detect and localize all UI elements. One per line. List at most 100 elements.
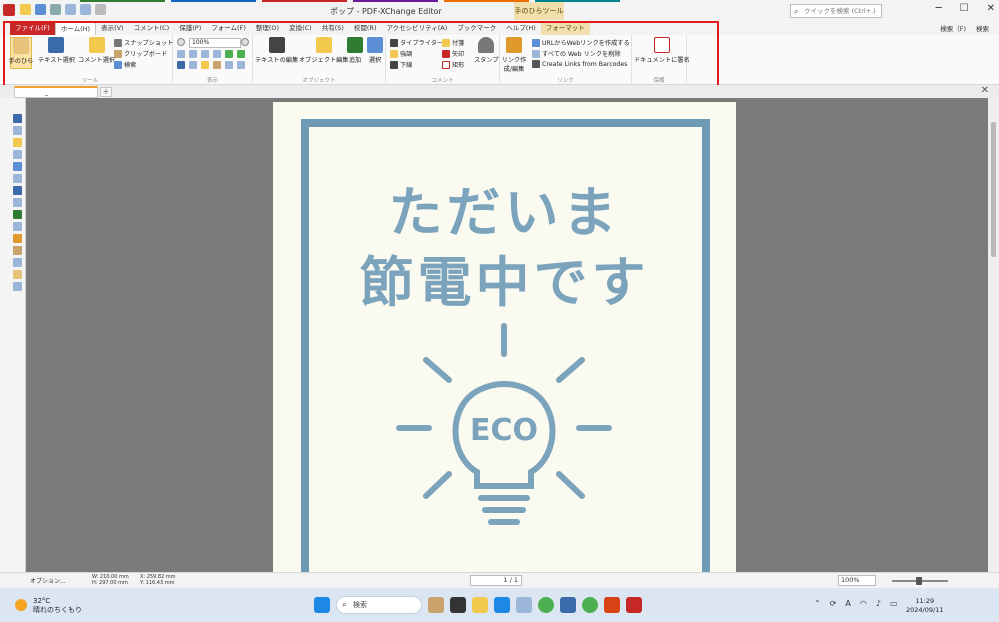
edit-object-button[interactable]: オブジェクト編集: [299, 37, 349, 64]
tab-form[interactable]: フォーム(F): [206, 22, 251, 35]
select-button[interactable]: 選択: [367, 37, 383, 64]
clipboard-button[interactable]: クリップボード: [114, 49, 167, 58]
content-pane-icon[interactable]: [13, 186, 22, 195]
print-icon[interactable]: [50, 4, 61, 15]
explorer-icon[interactable]: [472, 597, 488, 613]
zoom-in-button[interactable]: [241, 38, 249, 46]
tab-comment[interactable]: コメント(C): [129, 22, 175, 35]
widget-icon[interactable]: [428, 597, 444, 613]
status-zoom-select[interactable]: 100%: [838, 575, 876, 586]
layers-pane-icon[interactable]: [13, 162, 22, 171]
battery-icon[interactable]: ▭: [890, 599, 898, 608]
create-link-button[interactable]: リンク作成/編集: [500, 37, 528, 73]
rotate-right-icon[interactable]: [237, 50, 245, 58]
zoom-slider-knob[interactable]: [916, 577, 922, 585]
bookmarks-pane-icon[interactable]: [13, 114, 22, 123]
fields-pane-icon[interactable]: [13, 222, 22, 231]
document-tab[interactable]: _: [14, 86, 98, 98]
note-button[interactable]: 付箋: [442, 38, 464, 47]
page-icon[interactable]: [189, 61, 197, 69]
powerpoint-icon[interactable]: [604, 597, 620, 613]
zoom-out-button[interactable]: [177, 38, 185, 46]
rectangle-button[interactable]: 矩形: [442, 60, 464, 69]
fit-page-icon[interactable]: [177, 50, 185, 58]
arrow-button[interactable]: 矢印: [442, 49, 464, 58]
scan-icon[interactable]: [65, 4, 76, 15]
select-text-button[interactable]: テキスト選択: [38, 37, 75, 64]
volume-icon[interactable]: ♪: [876, 599, 881, 608]
tab-view[interactable]: 表示(V): [96, 22, 129, 35]
edit-pane-icon[interactable]: [13, 246, 22, 255]
tab-format[interactable]: フォーマット: [540, 22, 590, 35]
properties-pane-icon[interactable]: [13, 258, 22, 267]
history-pane-icon[interactable]: [13, 282, 22, 291]
undo-icon[interactable]: [80, 4, 91, 15]
fit-width-icon[interactable]: [189, 50, 197, 58]
layout-icon[interactable]: [225, 61, 233, 69]
single-page-icon[interactable]: [213, 50, 221, 58]
hand-tool-button[interactable]: 手のひら: [9, 37, 33, 69]
close-button[interactable]: ✕: [987, 3, 995, 14]
edit-icon[interactable]: [213, 61, 221, 69]
signatures-pane-icon[interactable]: [13, 174, 22, 183]
tab-help[interactable]: ヘルプ(H): [501, 22, 540, 35]
minimize-button[interactable]: ─: [936, 3, 942, 14]
save-icon[interactable]: [35, 4, 46, 15]
redo-icon[interactable]: [95, 4, 106, 15]
typewriter-button[interactable]: タイプライター: [390, 38, 443, 47]
edit-text-button[interactable]: テキストの編集: [255, 37, 298, 64]
tab-review[interactable]: 校閲(R): [349, 22, 382, 35]
search-pane-icon[interactable]: [13, 270, 22, 279]
app-icon-2[interactable]: [560, 597, 576, 613]
chevron-up-icon[interactable]: ⌃: [814, 599, 821, 608]
highlight-button[interactable]: 強調: [390, 49, 412, 58]
barcode-links-button[interactable]: Create Links from Barcodes: [532, 60, 627, 68]
stamp-button[interactable]: スタンプ: [474, 37, 499, 64]
find-button[interactable]: 検索（F): [940, 23, 966, 33]
tab-bookmark[interactable]: ブックマーク: [452, 22, 501, 35]
document-viewport[interactable]: ただいま 節電中です ECO: [26, 98, 988, 572]
quick-search-input[interactable]: ⌕ クイックを検索 (Ctrl+.): [790, 4, 882, 18]
folder-icon[interactable]: [201, 61, 209, 69]
tab-protect[interactable]: 保護(P): [174, 22, 206, 35]
ime-icon[interactable]: A: [845, 599, 850, 608]
tab-organize[interactable]: 整理(O): [251, 22, 284, 35]
new-tab-button[interactable]: +: [100, 87, 112, 97]
wifi-icon[interactable]: ◠: [860, 599, 867, 608]
page-number-input[interactable]: 1 / 1: [470, 575, 522, 586]
link-from-url-button[interactable]: URLからWebリンクを作成する: [532, 38, 630, 47]
task-view-icon[interactable]: [450, 597, 466, 613]
search-button[interactable]: 検索: [976, 23, 989, 33]
vertical-scrollbar[interactable]: [988, 98, 999, 572]
open-icon[interactable]: [20, 4, 31, 15]
tags-pane-icon[interactable]: [13, 210, 22, 219]
scrollbar-thumb[interactable]: [991, 122, 996, 257]
zoom-select[interactable]: 100%: [189, 38, 241, 48]
sign-document-button[interactable]: ドキュメントに署名: [634, 37, 690, 64]
actual-size-icon[interactable]: [201, 50, 209, 58]
comments-pane-icon[interactable]: [13, 138, 22, 147]
rotate-left-icon[interactable]: [225, 50, 233, 58]
sync-icon[interactable]: ⟳: [830, 599, 837, 608]
weather-widget[interactable]: 32°C 晴れのちくもり: [15, 597, 82, 615]
options-button[interactable]: オプション...: [30, 576, 66, 585]
search-tool-button[interactable]: 検索: [114, 60, 136, 69]
destinations-pane-icon[interactable]: [13, 198, 22, 207]
app-icon-1[interactable]: [516, 597, 532, 613]
edge-icon[interactable]: [494, 597, 510, 613]
add-button[interactable]: 追加: [347, 37, 363, 64]
tab-home[interactable]: ホーム(H): [54, 22, 97, 35]
tab-share[interactable]: 共有(S): [317, 22, 349, 35]
start-icon[interactable]: [314, 597, 330, 613]
tab-file[interactable]: ファイル(F): [10, 22, 55, 35]
links-pane-icon[interactable]: [13, 234, 22, 243]
tab-accessibility[interactable]: アクセシビリティ(A): [381, 22, 452, 35]
bookmark-icon[interactable]: [177, 61, 185, 69]
attachments-pane-icon[interactable]: [13, 150, 22, 159]
export-icon[interactable]: [237, 61, 245, 69]
underline-button[interactable]: 下線: [390, 60, 412, 69]
remove-links-button[interactable]: すべての Web リンクを削除: [532, 49, 621, 58]
pdf-xchange-icon[interactable]: [626, 597, 642, 613]
snapshot-button[interactable]: スナップショット: [114, 38, 174, 47]
thumbnails-pane-icon[interactable]: [13, 126, 22, 135]
